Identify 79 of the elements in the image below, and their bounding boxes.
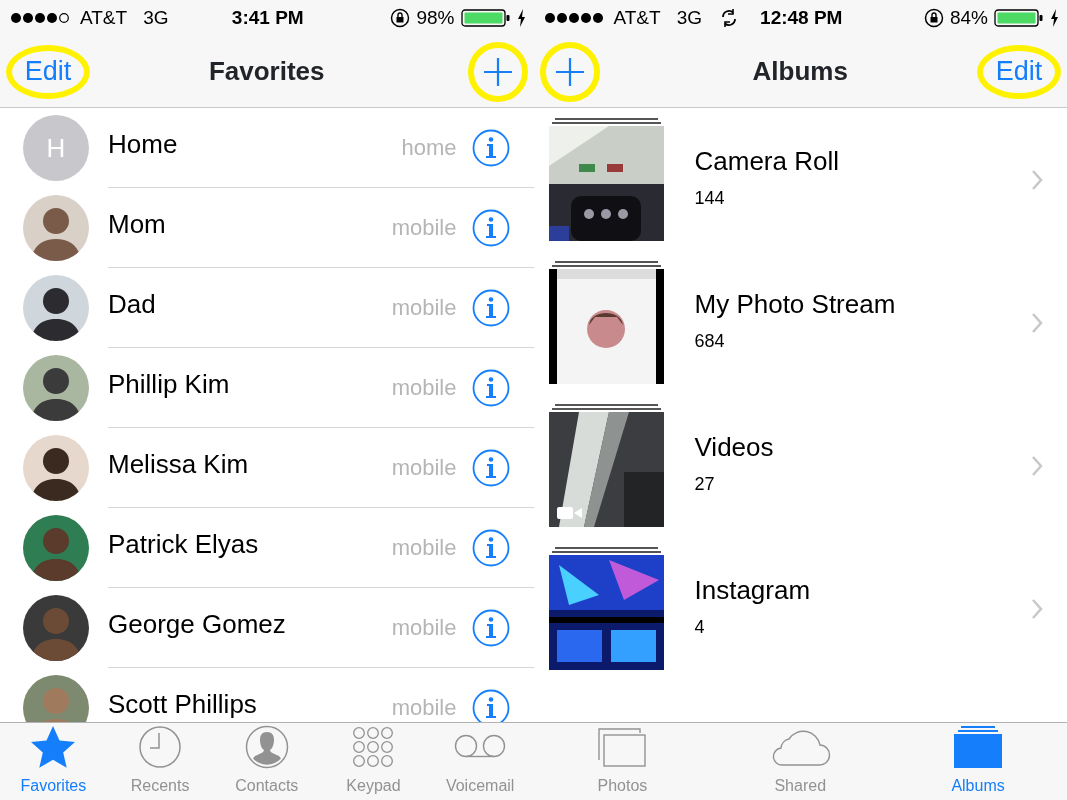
charging-icon [1050, 9, 1059, 27]
photo-count: 144 [694, 187, 726, 211]
tab-button[interactable]: Keypad [320, 723, 427, 800]
phone-label: mobile [391, 694, 457, 722]
voicemail-icon [454, 734, 507, 760]
photo-count: 684 [694, 330, 726, 354]
rotation-lock-icon [923, 8, 944, 28]
contact-icon [244, 725, 289, 769]
album-row[interactable]: Camera Roll 144 [533, 108, 1067, 251]
carrier-name: AT&T [613, 5, 661, 30]
info-icon[interactable] [471, 288, 510, 327]
edit-button[interactable]: Edit [995, 58, 1043, 85]
phone-label: mobile [391, 374, 457, 402]
chevron-icon [1031, 454, 1043, 477]
photos-icon [597, 727, 648, 767]
screen-title: Favorites [208, 55, 325, 88]
signal-icon [10, 11, 72, 25]
info-icon[interactable] [471, 208, 510, 247]
album-row[interactable]: My Photo Stream 684 [533, 251, 1067, 394]
phone-label: home [401, 134, 457, 162]
tab-button[interactable]: Shared [711, 723, 890, 800]
network-type: 3G [676, 5, 702, 30]
add-button[interactable] [482, 56, 513, 87]
tab-button[interactable]: Voicemail [426, 723, 534, 800]
rotation-lock-icon [390, 8, 411, 28]
album-name: Videos [694, 432, 775, 462]
contact-name: Dad [108, 290, 157, 319]
info-icon[interactable] [471, 608, 510, 647]
info-icon[interactable] [471, 688, 510, 722]
contact-name: Patrick Elyas [108, 530, 260, 559]
tab-button[interactable]: Recents [106, 723, 214, 800]
status-time: 12:48 PM [760, 5, 843, 30]
network-type: 3G [143, 5, 169, 30]
phone-label: mobile [391, 454, 457, 482]
status-time: 3:41 PM [231, 5, 304, 30]
contact-name: Home [108, 130, 179, 159]
photo-count: 4 [694, 616, 706, 640]
battery-icon [460, 8, 511, 28]
contact-name: George Gomez [108, 610, 287, 639]
contact-name: Mom [108, 210, 167, 239]
phone-label: mobile [391, 534, 457, 562]
info-icon[interactable] [471, 448, 510, 487]
person-avatar [23, 675, 89, 722]
phone-label: mobile [391, 614, 457, 642]
add-button[interactable] [554, 56, 585, 87]
screen-title: Albums [752, 55, 848, 88]
keypad-icon [352, 726, 395, 768]
phone-label: mobile [391, 214, 457, 242]
contact-name: Phillip Kim [108, 370, 231, 399]
clock-icon [138, 725, 183, 769]
carrier-name: AT&T [80, 5, 128, 30]
tab-button[interactable]: Favorites [0, 723, 107, 800]
charging-icon [516, 9, 526, 27]
edit-button[interactable]: Edit [24, 58, 72, 85]
info-icon[interactable] [471, 128, 510, 167]
chevron-icon [1031, 597, 1043, 620]
phone-label: mobile [391, 294, 457, 322]
info-icon[interactable] [471, 368, 510, 407]
photo-count: 27 [694, 473, 716, 497]
album-row[interactable]: Instagram 4 [533, 537, 1067, 680]
signal-icon [543, 11, 606, 25]
contact-name: Scott Phillips [108, 690, 258, 719]
album-name: Camera Roll [694, 146, 840, 176]
contact-name: Melissa Kim [108, 450, 250, 479]
chevron-icon [1031, 168, 1043, 191]
albums-icon [953, 726, 1004, 768]
battery-icon [994, 8, 1044, 28]
tab-button[interactable]: Photos [533, 723, 712, 800]
star-icon [30, 725, 77, 769]
initial-avatar: H [23, 115, 89, 181]
album-name: My Photo Stream [694, 289, 897, 319]
battery-percent: 84% [949, 5, 988, 30]
album-row[interactable]: Videos 27 [533, 394, 1067, 537]
tab-button[interactable]: Contacts [213, 723, 321, 800]
chevron-icon [1031, 311, 1043, 334]
album-name: Instagram [694, 575, 812, 605]
info-icon[interactable] [471, 528, 510, 567]
tab-button[interactable]: Albums [889, 723, 1067, 800]
battery-percent: 98% [416, 5, 455, 30]
